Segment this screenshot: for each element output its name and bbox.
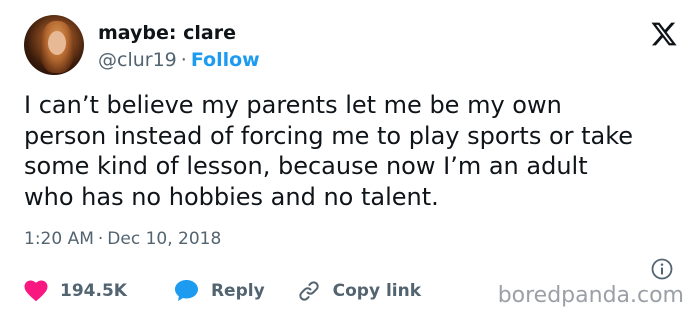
avatar[interactable] bbox=[24, 15, 84, 75]
tweet-time: 1:20 AM bbox=[24, 229, 94, 249]
reply-button[interactable]: Reply bbox=[174, 279, 265, 303]
tweet-line: I can’t believe my parents let me be my … bbox=[24, 91, 562, 119]
divider bbox=[24, 268, 676, 269]
copy-link-label: Copy link bbox=[332, 281, 422, 301]
reply-label: Reply bbox=[210, 281, 265, 301]
timestamp-separator: · bbox=[97, 229, 104, 249]
copy-link-button[interactable]: Copy link bbox=[297, 279, 421, 303]
tweet-card: maybe: clare @clur19 · Follow I can’t beli… bbox=[0, 0, 700, 318]
follow-button[interactable]: Follow bbox=[191, 49, 260, 71]
like-count: 194.5K bbox=[60, 281, 127, 301]
heart-icon bbox=[24, 280, 48, 302]
author-handle-row: @clur19 · Follow bbox=[98, 48, 260, 72]
author-handle[interactable]: @clur19 bbox=[98, 49, 177, 71]
tweet-date: Dec 10, 2018 bbox=[107, 229, 222, 249]
like-button[interactable]: 194.5K bbox=[24, 280, 127, 302]
tweet-actions: 194.5K Reply Copy link bbox=[24, 278, 421, 304]
tweet-timestamp[interactable]: 1:20 AM · Dec 10, 2018 bbox=[24, 228, 221, 250]
avatar-face bbox=[48, 31, 66, 55]
author-display-name[interactable]: maybe: clare bbox=[98, 21, 236, 45]
info-icon[interactable] bbox=[650, 257, 674, 281]
watermark: boredpanda.com bbox=[497, 283, 684, 308]
tweet-line: who has no hobbies and no talent. bbox=[24, 182, 439, 211]
x-logo-icon[interactable] bbox=[650, 20, 678, 48]
handle-separator: · bbox=[180, 49, 187, 71]
tweet-line: some kind of lesson, because now I’m an … bbox=[24, 152, 588, 181]
link-icon bbox=[298, 281, 319, 301]
tweet-line: person instead of forcing me to play spo… bbox=[24, 121, 634, 150]
tweet-text: I can’t believe my parents let me be my … bbox=[24, 90, 684, 212]
speech-bubble-icon bbox=[174, 280, 198, 301]
